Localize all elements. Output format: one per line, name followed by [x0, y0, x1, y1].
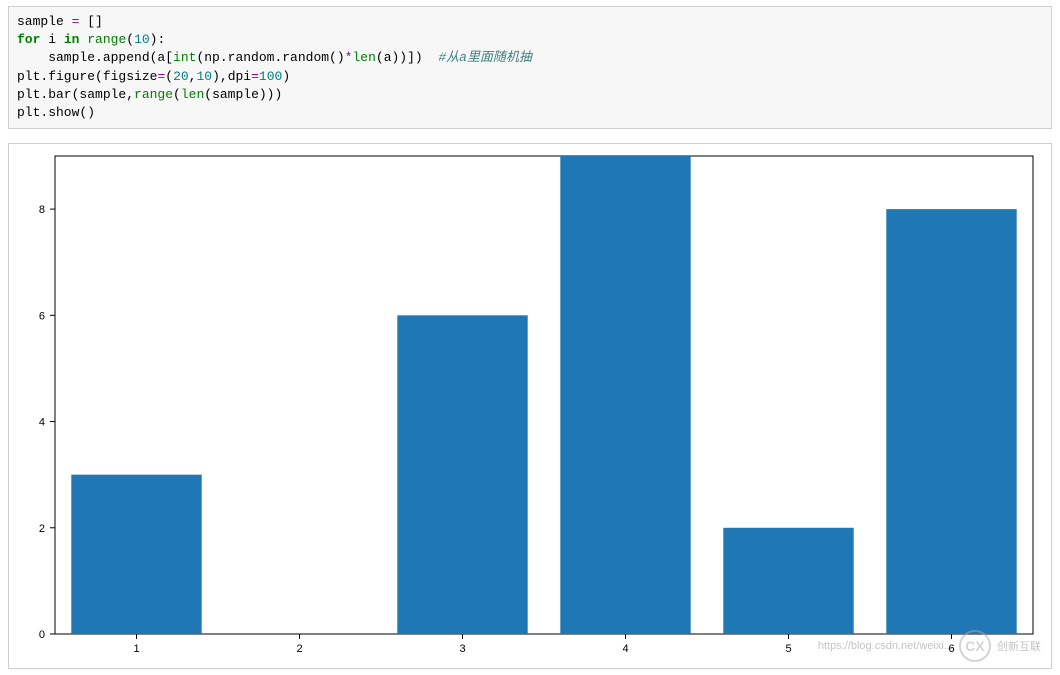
y-tick-label: 6 [39, 310, 45, 322]
y-tick-label: 4 [39, 417, 45, 429]
bar [723, 528, 853, 634]
x-tick-label: 4 [622, 643, 628, 655]
x-tick-label: 6 [948, 643, 954, 655]
chart-output: 02468123456 https://blog.csdn.net/weixi.… [8, 143, 1052, 669]
bar-chart: 0 2 4 6 8 1 2 3 4 5 6 [9, 144, 1049, 664]
code-line: sample.append(a[int(np.random.random()*l… [17, 50, 532, 65]
bar [71, 475, 201, 634]
code-line: for i in range(10): [17, 32, 165, 47]
code-line: plt.bar(sample,range(len(sample))) [17, 87, 282, 102]
code-line: sample = [] [17, 14, 103, 29]
bar [397, 315, 527, 634]
y-tick-label: 8 [39, 204, 45, 216]
code-block: sample = [] for i in range(10): sample.a… [8, 6, 1052, 129]
bar [560, 156, 690, 634]
y-tick-label: 0 [39, 629, 45, 641]
x-tick-label: 1 [133, 643, 139, 655]
x-tick-label: 3 [459, 643, 465, 655]
x-tick-label: 5 [785, 643, 791, 655]
code-line: plt.show() [17, 105, 95, 120]
x-tick-label: 2 [296, 643, 302, 655]
y-tick-label: 2 [39, 523, 45, 535]
bar [886, 209, 1016, 634]
code-line: plt.figure(figsize=(20,10),dpi=100) [17, 69, 290, 84]
